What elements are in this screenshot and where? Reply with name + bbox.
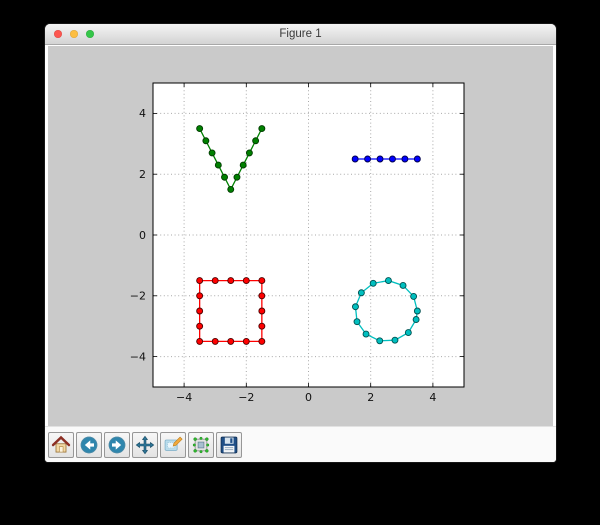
forward-icon [107, 435, 127, 455]
svg-text:2: 2 [367, 391, 374, 404]
svg-text:0: 0 [139, 229, 146, 242]
pan-button[interactable] [132, 432, 158, 458]
svg-text:−4: −4 [176, 391, 192, 404]
figure-window: Figure 1 −4 −2 0 2 4 −4 −2 0 2 4 [44, 23, 557, 463]
zoom-button[interactable] [160, 432, 186, 458]
back-icon [79, 435, 99, 455]
svg-text:−2: −2 [130, 290, 146, 303]
window-title: Figure 1 [45, 24, 556, 44]
back-button[interactable] [76, 432, 102, 458]
home-button[interactable] [48, 432, 74, 458]
svg-text:−2: −2 [238, 391, 254, 404]
svg-text:4: 4 [429, 391, 436, 404]
svg-text:2: 2 [139, 168, 146, 181]
plot-axes: −4 −2 0 2 4 −4 −2 0 2 4 [48, 46, 553, 427]
titlebar[interactable]: Figure 1 [45, 24, 556, 45]
subplots-button[interactable] [188, 432, 214, 458]
zoom-rect-icon [163, 435, 183, 455]
save-button[interactable] [216, 432, 242, 458]
pan-icon [135, 435, 155, 455]
forward-button[interactable] [104, 432, 130, 458]
figure-canvas[interactable]: −4 −2 0 2 4 −4 −2 0 2 4 [48, 46, 553, 427]
navigation-toolbar [45, 426, 556, 462]
svg-text:0: 0 [305, 391, 312, 404]
svg-text:4: 4 [139, 107, 146, 120]
save-icon [219, 435, 239, 455]
home-icon [51, 435, 71, 455]
subplots-icon [191, 435, 211, 455]
svg-text:−4: −4 [130, 350, 146, 363]
